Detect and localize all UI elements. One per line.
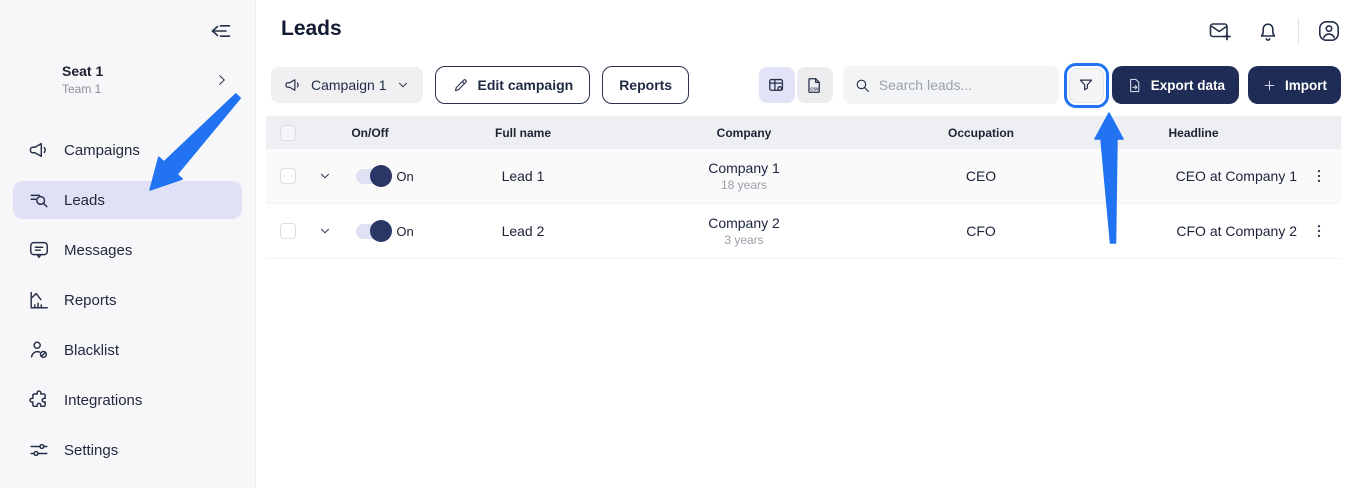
lead-occupation: CFO bbox=[872, 223, 1090, 239]
lead-company-subtitle: 3 years bbox=[724, 233, 763, 247]
plus-icon bbox=[1262, 78, 1277, 93]
megaphone-icon bbox=[284, 76, 302, 94]
reports-button-label: Reports bbox=[619, 77, 672, 93]
toolbar-right: CSV Export data Import bbox=[759, 63, 1341, 108]
on-off-toggle[interactable] bbox=[356, 169, 390, 184]
export-data-label: Export data bbox=[1151, 78, 1225, 93]
search-box bbox=[843, 66, 1059, 104]
select-all-checkbox[interactable] bbox=[280, 125, 296, 141]
notifications-bell-icon[interactable] bbox=[1256, 19, 1280, 43]
sidebar-item-blacklist[interactable]: Blacklist bbox=[13, 331, 242, 369]
leads-search-icon bbox=[28, 189, 50, 211]
lead-company-subtitle: 18 years bbox=[721, 178, 767, 192]
row-menu-icon[interactable] bbox=[1310, 167, 1328, 185]
header-actions bbox=[1208, 17, 1341, 45]
sidebar-item-reports[interactable]: Reports bbox=[13, 281, 242, 319]
lead-headline: CEO at Company 1 bbox=[1090, 168, 1297, 184]
table-body: On Lead 1 Company 1 18 years CEOCEO at Compa… bbox=[266, 149, 1341, 259]
lead-occupation: CEO bbox=[872, 168, 1090, 184]
campaign-selector[interactable]: Campaign 1 bbox=[271, 67, 423, 103]
header-divider bbox=[1298, 18, 1299, 44]
toggle-state-label: On bbox=[396, 224, 413, 239]
sidebar: Seat 1 Team 1 Campaigns Leads Messages Repo… bbox=[0, 0, 256, 488]
svg-text:CSV: CSV bbox=[811, 86, 820, 91]
puzzle-icon bbox=[28, 389, 50, 411]
chart-icon bbox=[28, 289, 50, 311]
table-header-row: On/Off Full name Company Occupation Head… bbox=[266, 116, 1341, 149]
table-row: On Lead 2 Company 2 3 years CFOCFO at Compan… bbox=[266, 204, 1341, 259]
pencil-icon bbox=[452, 77, 469, 94]
filter-highlight-ring bbox=[1064, 63, 1109, 108]
chevron-right-icon[interactable] bbox=[215, 73, 229, 87]
sliders-icon bbox=[28, 439, 50, 461]
row-menu-icon[interactable] bbox=[1310, 222, 1328, 240]
export-data-button[interactable]: Export data bbox=[1112, 66, 1239, 104]
campaign-selector-label: Campaign 1 bbox=[311, 77, 387, 93]
megaphone-icon bbox=[28, 139, 50, 161]
page-title: Leads bbox=[281, 17, 342, 41]
lead-company: Company 1 bbox=[708, 160, 780, 176]
sidebar-item-messages[interactable]: Messages bbox=[13, 231, 242, 269]
table-settings-icon[interactable] bbox=[759, 67, 795, 103]
column-header-occupation: Occupation bbox=[872, 126, 1090, 140]
reports-button[interactable]: Reports bbox=[602, 66, 689, 104]
export-file-icon bbox=[1126, 77, 1143, 94]
view-switcher: CSV bbox=[759, 67, 833, 103]
seat-title: Seat 1 bbox=[62, 63, 103, 79]
new-message-icon[interactable] bbox=[1208, 19, 1232, 43]
toggle-state-label: On bbox=[396, 169, 413, 184]
lead-full-name: Lead 2 bbox=[430, 223, 616, 239]
sidebar-item-integrations[interactable]: Integrations bbox=[13, 381, 242, 419]
toolbar: Campaign 1 Edit campaign Reports CSV bbox=[271, 62, 1341, 108]
sidebar-item-label: Blacklist bbox=[64, 342, 119, 359]
sidebar-item-settings[interactable]: Settings bbox=[13, 431, 242, 469]
lead-headline: CFO at Company 2 bbox=[1090, 223, 1297, 239]
edit-campaign-button[interactable]: Edit campaign bbox=[435, 66, 591, 104]
edit-campaign-label: Edit campaign bbox=[478, 77, 574, 93]
csv-file-icon[interactable]: CSV bbox=[797, 67, 833, 103]
sidebar-item-campaigns[interactable]: Campaigns bbox=[13, 131, 242, 169]
collapse-sidebar-icon[interactable] bbox=[209, 19, 233, 43]
import-label: Import bbox=[1285, 78, 1327, 93]
sidebar-item-label: Settings bbox=[64, 442, 118, 459]
expand-row-chevron-icon[interactable] bbox=[318, 224, 332, 238]
row-checkbox[interactable] bbox=[280, 168, 296, 184]
table-row: On Lead 1 Company 1 18 years CEOCEO at Compa… bbox=[266, 149, 1341, 204]
sidebar-item-label: Integrations bbox=[64, 392, 142, 409]
lead-full-name: Lead 1 bbox=[430, 168, 616, 184]
column-header-fullname: Full name bbox=[430, 126, 616, 140]
filter-funnel-icon[interactable] bbox=[1069, 68, 1104, 103]
sidebar-item-leads[interactable]: Leads bbox=[13, 181, 242, 219]
sidebar-nav: Campaigns Leads Messages Reports Blacklist In… bbox=[0, 131, 255, 481]
on-off-toggle[interactable] bbox=[356, 224, 390, 239]
user-block-icon bbox=[28, 339, 50, 361]
lead-company: Company 2 bbox=[708, 215, 780, 231]
sidebar-item-label: Messages bbox=[64, 242, 132, 259]
seat-selector[interactable]: Seat 1 Team 1 bbox=[62, 63, 103, 96]
sidebar-item-label: Leads bbox=[64, 192, 105, 209]
column-header-onoff: On/Off bbox=[310, 126, 430, 140]
expand-row-chevron-icon[interactable] bbox=[318, 169, 332, 183]
column-header-company: Company bbox=[616, 126, 872, 140]
leads-table: On/Off Full name Company Occupation Head… bbox=[266, 116, 1341, 259]
seat-subtitle: Team 1 bbox=[62, 82, 103, 96]
sidebar-item-label: Reports bbox=[64, 292, 117, 309]
message-icon bbox=[28, 239, 50, 261]
search-icon bbox=[854, 77, 871, 94]
import-button[interactable]: Import bbox=[1248, 66, 1341, 104]
sidebar-item-label: Campaigns bbox=[64, 142, 140, 159]
row-checkbox[interactable] bbox=[280, 223, 296, 239]
search-leads-input[interactable] bbox=[879, 77, 1048, 93]
chevron-down-icon bbox=[396, 78, 410, 92]
column-header-headline: Headline bbox=[1090, 126, 1297, 140]
user-profile-icon[interactable] bbox=[1317, 19, 1341, 43]
